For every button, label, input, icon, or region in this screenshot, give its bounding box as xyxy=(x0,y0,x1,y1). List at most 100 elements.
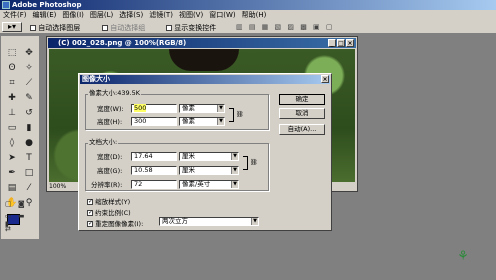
menu-edit[interactable]: 编辑(E) xyxy=(30,10,60,20)
dialog-titlebar[interactable]: 图像大小 × xyxy=(80,75,330,84)
auto-select-group-checkbox[interactable] xyxy=(102,25,108,31)
watermark-logo: ⚘ xyxy=(457,249,469,264)
eraser-tool-icon[interactable]: ▭ xyxy=(4,121,20,135)
auto-select-layer-label: 自动选择图层 xyxy=(38,24,81,32)
path-select-icon[interactable]: ➤ xyxy=(4,151,20,165)
resolution-input[interactable]: 72 xyxy=(131,180,177,189)
menu-filter[interactable]: 滤镜(T) xyxy=(146,10,176,20)
screen-mode-buttons[interactable]: ▭ ▬ ▮ xyxy=(5,212,35,228)
chevron-down-icon: ▼ xyxy=(231,153,238,160)
app-title: Adobe Photoshop xyxy=(12,1,82,9)
scale-styles-option[interactable]: 缩放样式(Y) xyxy=(87,196,130,206)
height-unit-select[interactable]: 像素 ▼ xyxy=(179,117,225,126)
shape-tool-icon[interactable]: □ xyxy=(21,166,37,180)
resample-option[interactable]: 重定图像像素(I): xyxy=(87,218,143,228)
notes-tool-icon[interactable]: ▤ xyxy=(4,181,20,195)
history-brush-icon[interactable]: ↺ xyxy=(21,106,37,120)
workspace-right xyxy=(362,34,496,280)
chevron-down-icon: ▼ xyxy=(231,167,238,174)
move-tool-icon[interactable]: ✥ xyxy=(21,46,37,60)
chevron-down-icon: ▼ xyxy=(251,218,258,225)
menu-window[interactable]: 窗口(W) xyxy=(206,10,238,20)
eyedropper-icon[interactable]: ⁄ xyxy=(21,181,37,195)
gradient-tool-icon[interactable]: ▮ xyxy=(21,121,37,135)
marquee-tool-icon[interactable]: ⬚ xyxy=(4,46,20,60)
chain-link-icon: ⛓ xyxy=(250,159,258,166)
chevron-down-icon: ▼ xyxy=(231,181,238,188)
doc-width-unit-select[interactable]: 厘米 ▼ xyxy=(179,152,239,161)
menu-select[interactable]: 选择(S) xyxy=(116,10,146,20)
options-bar: ▸▾ 自动选择图层 自动选择组 显示变换控件 ▥ ▤ ▦ ▧ ▨ ▩ ▣ ▢ xyxy=(0,20,496,34)
chain-link-icon: ⛓ xyxy=(236,111,244,118)
lasso-tool-icon[interactable]: ʘ xyxy=(4,61,20,75)
doc-height-input[interactable]: 10.58 xyxy=(131,166,177,175)
photo-subject-hair xyxy=(169,49,239,71)
close-icon[interactable]: × xyxy=(346,39,354,47)
menu-file[interactable]: 文件(F) xyxy=(0,10,30,20)
pen-tool-icon[interactable]: ✒ xyxy=(4,166,20,180)
cancel-button[interactable]: 取消 xyxy=(279,108,325,119)
chevron-down-icon: ▼ xyxy=(217,105,224,112)
width-unit-select[interactable]: 像素 ▼ xyxy=(179,104,225,113)
menu-image[interactable]: 图像(I) xyxy=(59,10,87,20)
doc-link-bracket xyxy=(243,156,248,170)
doc-height-label: 高度(G): xyxy=(97,167,123,175)
align-buttons[interactable]: ▥ ▤ ▦ ▧ ▨ ▩ ▣ ▢ xyxy=(236,22,366,32)
scale-styles-checkbox[interactable] xyxy=(87,199,93,205)
crop-tool-icon[interactable]: ⌗ xyxy=(4,76,20,90)
zoom-level[interactable]: 100% xyxy=(49,183,66,190)
scale-styles-label: 缩放样式(Y) xyxy=(95,198,131,206)
document-title: (C) 002_028.png @ 100%(RGB/8) xyxy=(58,39,187,47)
image-size-dialog: 图像大小 × 像素大小:439.5K 宽度(W): 500 像素 ▼ 高度(H):… xyxy=(78,73,332,231)
move-tool-preset[interactable]: ▸▾ xyxy=(2,22,22,32)
doc-width-label: 宽度(D): xyxy=(97,153,123,161)
width-input[interactable]: 500 xyxy=(131,104,177,113)
show-transform-checkbox[interactable] xyxy=(166,25,172,31)
resample-method-select[interactable]: 两次立方 ▼ xyxy=(159,217,259,226)
type-tool-icon[interactable]: T xyxy=(21,151,37,165)
doc-width-input[interactable]: 17.64 xyxy=(131,152,177,161)
quickmask-buttons[interactable]: ▢ ◙ xyxy=(5,200,35,209)
doc-size-label: 文档大小: xyxy=(88,138,119,146)
document-titlebar[interactable]: (C) 002_028.png @ 100%(RGB/8) _ □ × xyxy=(48,38,356,48)
blur-tool-icon[interactable]: ◊ xyxy=(4,136,20,150)
constrain-option[interactable]: 约束比例(C) xyxy=(87,207,131,217)
brush-tool-icon[interactable]: ✎ xyxy=(21,91,37,105)
constrain-label: 约束比例(C) xyxy=(95,209,131,217)
stamp-tool-icon[interactable]: ⊥ xyxy=(4,106,20,120)
desktop: Adobe Photoshop 文件(F) 编辑(E) 图像(I) 图层(L) 选择(S… xyxy=(0,0,496,280)
auto-select-group-label: 自动选择组 xyxy=(110,24,146,32)
menu-view[interactable]: 视图(V) xyxy=(176,10,206,20)
show-transform-option[interactable]: 显示变换控件 xyxy=(166,23,216,33)
dodge-tool-icon[interactable]: ● xyxy=(21,136,37,150)
magic-wand-icon[interactable]: ✧ xyxy=(21,61,37,75)
maximize-icon[interactable]: □ xyxy=(337,39,345,47)
menu-help[interactable]: 帮助(H) xyxy=(239,10,270,20)
auto-select-layer-checkbox[interactable] xyxy=(30,25,36,31)
auto-button[interactable]: 自动(A)... xyxy=(279,124,325,135)
resample-checkbox[interactable] xyxy=(87,221,93,227)
dialog-close-icon[interactable]: × xyxy=(321,75,329,83)
auto-select-layer-option[interactable]: 自动选择图层 xyxy=(30,23,80,33)
chevron-down-icon: ▼ xyxy=(217,118,224,125)
menu-bar: 文件(F) 编辑(E) 图像(I) 图层(L) 选择(S) 滤镜(T) 视图(V) 窗口(W)… xyxy=(0,10,496,20)
show-transform-label: 显示变换控件 xyxy=(174,24,217,32)
slice-tool-icon[interactable]: ⟋ xyxy=(21,76,37,90)
constrain-link-bracket xyxy=(229,108,234,122)
toolbox: ⬚ ✥ ʘ ✧ ⌗ ⟋ ✚ ✎ ⊥ ↺ ▭ ▮ ◊ ● ➤ T ✒ □ ▤ ⁄ … xyxy=(0,35,40,240)
menu-layer[interactable]: 图层(L) xyxy=(87,10,116,20)
ok-button[interactable]: 确定 xyxy=(279,94,325,105)
resolution-unit-select[interactable]: 像素/英寸 ▼ xyxy=(179,180,239,189)
pixel-size-label: 像素大小:439.5K xyxy=(88,89,142,97)
doc-height-unit-select[interactable]: 厘米 ▼ xyxy=(179,166,239,175)
constrain-checkbox[interactable] xyxy=(87,210,93,216)
resolution-label: 分辨率(R): xyxy=(91,181,123,189)
height-label: 高度(H): xyxy=(97,118,123,126)
height-input[interactable]: 300 xyxy=(131,117,177,126)
dialog-title: 图像大小 xyxy=(82,75,110,83)
auto-select-group-option[interactable]: 自动选择组 xyxy=(102,23,145,33)
imageready-button[interactable]: ⇄ xyxy=(5,225,35,234)
resample-label: 重定图像像素(I): xyxy=(95,220,144,228)
healing-brush-icon[interactable]: ✚ xyxy=(4,91,20,105)
minimize-icon[interactable]: _ xyxy=(328,39,336,47)
